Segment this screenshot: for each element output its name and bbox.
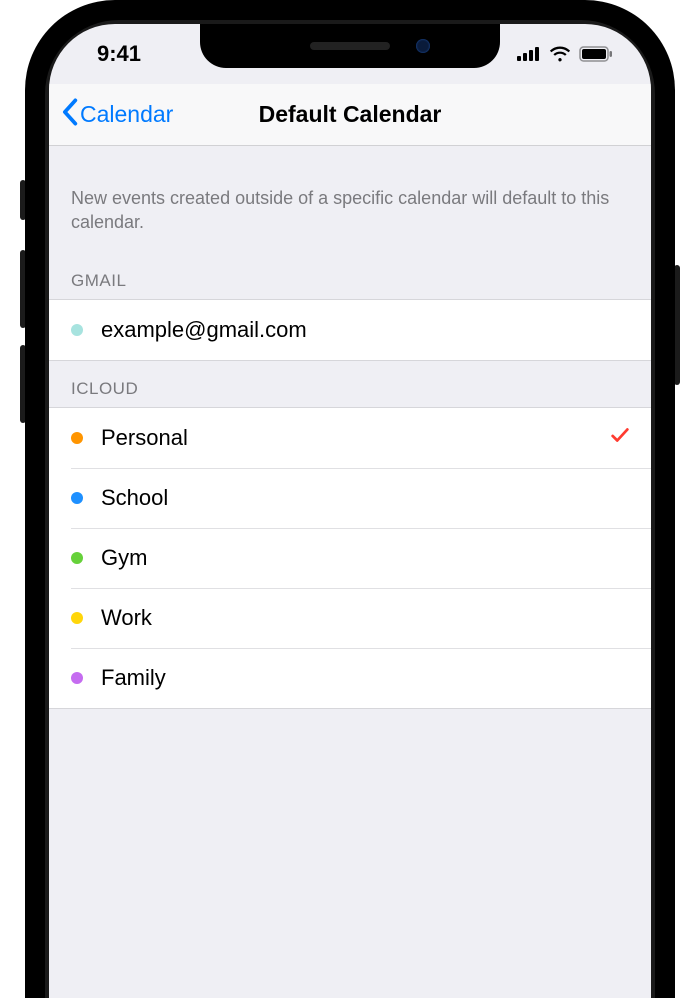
calendar-color-dot (71, 324, 83, 336)
calendar-row-label: Work (101, 605, 631, 631)
calendar-color-dot (71, 432, 83, 444)
status-time: 9:41 (97, 41, 141, 67)
navigation-bar: Calendar Default Calendar (49, 84, 651, 146)
battery-icon (579, 46, 613, 62)
calendar-row-label: Family (101, 665, 631, 691)
device-notch (200, 24, 500, 68)
calendar-row-gmail-0[interactable]: example@gmail.com (49, 300, 651, 360)
calendar-row-label: example@gmail.com (101, 317, 631, 343)
calendar-row-label: Personal (101, 425, 609, 451)
page-title: Default Calendar (259, 101, 442, 128)
device-frame: 9:41 (25, 0, 675, 998)
calendar-color-dot (71, 552, 83, 564)
back-button[interactable]: Calendar (61, 84, 173, 145)
section-header-gmail: GMAIL (49, 253, 651, 299)
list-gmail: example@gmail.com (49, 299, 651, 361)
device-front-camera (416, 39, 430, 53)
calendar-row-icloud-1[interactable]: School (49, 468, 651, 528)
list-icloud: Personal School Gym (49, 407, 651, 709)
wifi-icon (549, 46, 571, 62)
calendar-row-icloud-3[interactable]: Work (49, 588, 651, 648)
screen: 9:41 (49, 24, 651, 998)
section-header-icloud: ICLOUD (49, 361, 651, 407)
checkmark-icon (609, 424, 631, 452)
back-button-label: Calendar (80, 101, 173, 128)
calendar-color-dot (71, 672, 83, 684)
calendar-row-icloud-0[interactable]: Personal (49, 408, 651, 468)
content-scroll[interactable]: New events created outside of a specific… (49, 146, 651, 998)
cellular-signal-icon (517, 47, 541, 61)
section-description: New events created outside of a specific… (49, 146, 651, 253)
device-speaker (310, 42, 390, 50)
chevron-left-icon (61, 98, 80, 132)
calendar-row-label: Gym (101, 545, 631, 571)
calendar-color-dot (71, 612, 83, 624)
calendar-color-dot (71, 492, 83, 504)
calendar-row-icloud-4[interactable]: Family (49, 648, 651, 708)
calendar-row-label: School (101, 485, 631, 511)
calendar-row-icloud-2[interactable]: Gym (49, 528, 651, 588)
